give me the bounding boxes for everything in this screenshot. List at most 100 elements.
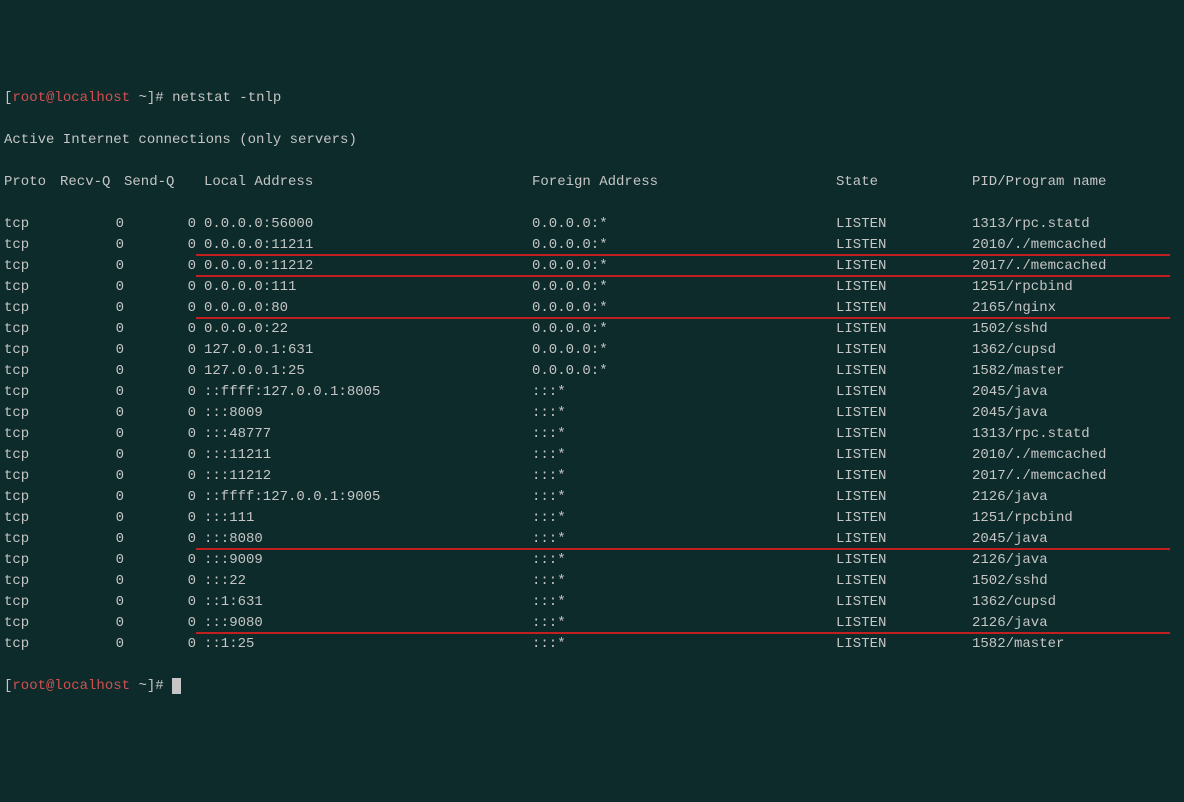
table-row: tcp00:::8009:::*LISTEN2045/java [4,403,1180,424]
cell-sendq: 0 [124,277,204,298]
cell-state: LISTEN [836,424,972,445]
prompt-host: localhost [54,678,130,694]
table-row: tcp000.0.0.0:560000.0.0.0:*LISTEN1313/rp… [4,214,1180,235]
cell-pid: 2017/./memcached [972,466,1180,487]
cell-local: :::11211 [204,445,532,466]
table-row: tcp00::1:631:::*LISTEN1362/cupsd [4,592,1180,613]
bracket-close: ] [147,678,155,694]
cell-state: LISTEN [836,319,972,340]
cell-state: LISTEN [836,214,972,235]
cell-foreign: 0.0.0.0:* [532,340,836,361]
cell-pid: 2126/java [972,487,1180,508]
table-row: tcp000.0.0.0:112110.0.0.0:*LISTEN2010/./… [4,235,1180,256]
cell-recvq: 0 [60,214,124,235]
cell-proto: tcp [4,340,60,361]
cell-state: LISTEN [836,403,972,424]
prompt-user: root [12,678,46,694]
cell-recvq: 0 [60,424,124,445]
cell-state: LISTEN [836,256,972,277]
cell-sendq: 0 [124,403,204,424]
cell-pid: 2045/java [972,403,1180,424]
cell-proto: tcp [4,235,60,256]
table-row: tcp000.0.0.0:220.0.0.0:*LISTEN1502/sshd [4,319,1180,340]
cell-pid: 1362/cupsd [972,340,1180,361]
hdr-local: Local Address [204,172,532,193]
cell-foreign: 0.0.0.0:* [532,361,836,382]
cell-state: LISTEN [836,508,972,529]
cell-foreign: 0.0.0.0:* [532,298,836,319]
table-row: tcp00:::8080:::*LISTEN2045/java [4,529,1180,550]
cell-sendq: 0 [124,529,204,550]
cell-foreign: :::* [532,466,836,487]
cell-pid: 2017/./memcached [972,256,1180,277]
cell-recvq: 0 [60,361,124,382]
cell-proto: tcp [4,424,60,445]
cell-foreign: :::* [532,529,836,550]
cell-pid: 2165/nginx [972,298,1180,319]
cell-state: LISTEN [836,613,972,634]
cell-recvq: 0 [60,382,124,403]
cell-pid: 1251/rpcbind [972,508,1180,529]
cell-local: :::111 [204,508,532,529]
table-row: tcp000.0.0.0:800.0.0.0:*LISTEN2165/nginx [4,298,1180,319]
cell-proto: tcp [4,445,60,466]
cell-state: LISTEN [836,529,972,550]
hdr-state: State [836,172,972,193]
hdr-sendq: Send-Q [124,172,204,193]
cell-foreign: :::* [532,487,836,508]
cell-state: LISTEN [836,592,972,613]
cell-sendq: 0 [124,319,204,340]
cell-sendq: 0 [124,424,204,445]
cell-pid: 2045/java [972,382,1180,403]
command: netstat -tnlp [172,90,281,106]
cell-proto: tcp [4,508,60,529]
cell-proto: tcp [4,403,60,424]
cell-foreign: :::* [532,613,836,634]
cell-local: :::8080 [204,529,532,550]
cell-pid: 1362/cupsd [972,592,1180,613]
cell-local: ::ffff:127.0.0.1:8005 [204,382,532,403]
cell-local: 0.0.0.0:11212 [204,256,532,277]
hdr-foreign: Foreign Address [532,172,836,193]
cell-pid: 1582/master [972,361,1180,382]
cell-pid: 2010/./memcached [972,445,1180,466]
cell-pid: 2126/java [972,613,1180,634]
cell-state: LISTEN [836,571,972,592]
prompt-hash: # [155,90,172,106]
cell-recvq: 0 [60,613,124,634]
cell-sendq: 0 [124,340,204,361]
cell-proto: tcp [4,361,60,382]
cell-state: LISTEN [836,235,972,256]
cell-local: 0.0.0.0:80 [204,298,532,319]
cell-state: LISTEN [836,445,972,466]
table-row: tcp00:::11212:::*LISTEN2017/./memcached [4,466,1180,487]
cell-sendq: 0 [124,487,204,508]
cell-pid: 1251/rpcbind [972,277,1180,298]
table-row: tcp00127.0.0.1:250.0.0.0:*LISTEN1582/mas… [4,361,1180,382]
cell-sendq: 0 [124,361,204,382]
cell-foreign: 0.0.0.0:* [532,214,836,235]
cell-proto: tcp [4,634,60,655]
cell-state: LISTEN [836,298,972,319]
cell-recvq: 0 [60,634,124,655]
cell-proto: tcp [4,319,60,340]
cell-recvq: 0 [60,445,124,466]
cell-local: :::48777 [204,424,532,445]
cell-sendq: 0 [124,613,204,634]
cell-local: ::1:25 [204,634,532,655]
cell-pid: 1313/rpc.statd [972,214,1180,235]
bracket-close: ] [147,90,155,106]
cell-foreign: 0.0.0.0:* [532,319,836,340]
cursor[interactable] [172,678,181,694]
hdr-pid: PID/Program name [972,172,1180,193]
cell-state: LISTEN [836,277,972,298]
cell-state: LISTEN [836,361,972,382]
cell-local: :::22 [204,571,532,592]
cell-proto: tcp [4,298,60,319]
prompt-user: root [12,90,46,106]
table-row: tcp00:::22:::*LISTEN1502/sshd [4,571,1180,592]
bracket-open: [ [4,678,12,694]
prompt-hash: # [155,678,172,694]
cell-proto: tcp [4,571,60,592]
table-header: ProtoRecv-QSend-QLocal AddressForeign Ad… [4,172,1180,193]
